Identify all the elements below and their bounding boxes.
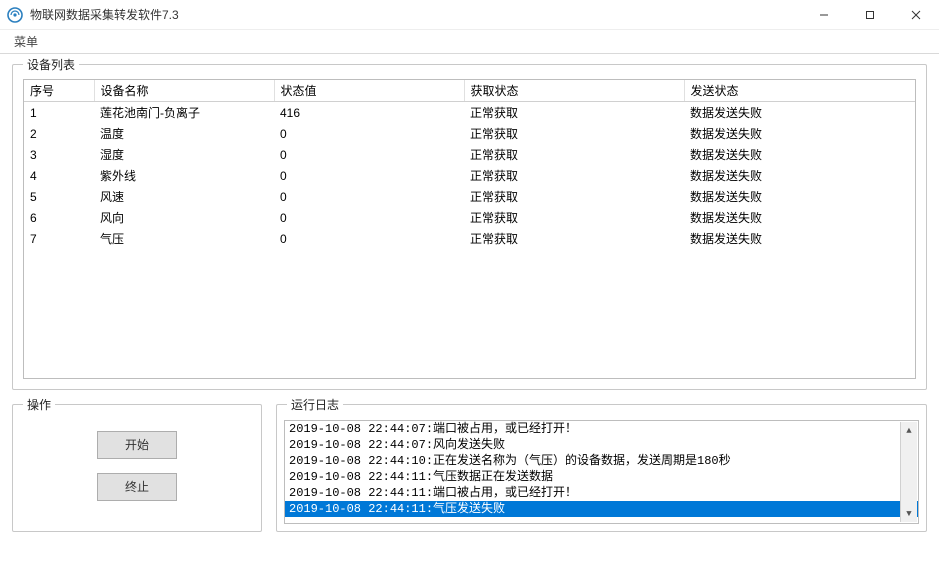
device-list-legend: 设备列表 xyxy=(23,56,79,73)
log-wrap: 2019-10-08 22:44:07:端口被占用，或已经打开！2019-10-… xyxy=(283,419,920,525)
stop-button[interactable]: 终止 xyxy=(97,473,177,501)
cell-idx: 3 xyxy=(24,144,94,165)
log-group: 运行日志 2019-10-08 22:44:07:端口被占用，或已经打开！201… xyxy=(276,404,927,532)
cell-send: 数据发送失败 xyxy=(684,144,915,165)
cell-name: 莲花池南门-负离子 xyxy=(94,102,274,124)
log-line[interactable]: 2019-10-08 22:44:07:端口被占用，或已经打开！ xyxy=(285,421,918,437)
cell-send: 数据发送失败 xyxy=(684,102,915,124)
cell-send: 数据发送失败 xyxy=(684,186,915,207)
log-line[interactable]: 2019-10-08 22:44:11:端口被占用，或已经打开！ xyxy=(285,485,918,501)
cell-idx: 5 xyxy=(24,186,94,207)
col-header-name[interactable]: 设备名称 xyxy=(94,80,274,102)
log-listbox[interactable]: 2019-10-08 22:44:07:端口被占用，或已经打开！2019-10-… xyxy=(284,420,919,524)
table-row[interactable]: 2温度0正常获取数据发送失败 xyxy=(24,123,915,144)
cell-send: 数据发送失败 xyxy=(684,228,915,249)
cell-name: 气压 xyxy=(94,228,274,249)
table-row[interactable]: 7气压0正常获取数据发送失败 xyxy=(24,228,915,249)
table-row[interactable]: 6风向0正常获取数据发送失败 xyxy=(24,207,915,228)
col-header-index[interactable]: 序号 xyxy=(24,80,94,102)
maximize-button[interactable] xyxy=(847,0,893,30)
log-group-wrap: 运行日志 2019-10-08 22:44:07:端口被占用，或已经打开！201… xyxy=(276,404,927,546)
lower-panels: 操作 开始 终止 运行日志 2019-10-08 22:44:07:端口被占用，… xyxy=(12,404,927,546)
cell-value: 0 xyxy=(274,207,464,228)
log-scrollbar[interactable]: ▲ ▼ xyxy=(900,422,917,522)
cell-get: 正常获取 xyxy=(464,144,684,165)
close-button[interactable] xyxy=(893,0,939,30)
log-legend: 运行日志 xyxy=(287,396,343,413)
menu-item-main[interactable]: 菜单 xyxy=(6,31,46,52)
cell-get: 正常获取 xyxy=(464,102,684,124)
device-table[interactable]: 序号 设备名称 状态值 获取状态 发送状态 1莲花池南门-负离子416正常获取数… xyxy=(24,80,915,249)
cell-idx: 1 xyxy=(24,102,94,124)
ops-button-column: 开始 终止 xyxy=(23,419,251,501)
content-area: 设备列表 序号 设备名称 状态值 获取状态 发送状态 1莲花池南门-负离子416… xyxy=(0,54,939,554)
cell-value: 0 xyxy=(274,228,464,249)
cell-idx: 2 xyxy=(24,123,94,144)
cell-send: 数据发送失败 xyxy=(684,207,915,228)
cell-get: 正常获取 xyxy=(464,123,684,144)
cell-idx: 7 xyxy=(24,228,94,249)
window-title: 物联网数据采集转发软件7.3 xyxy=(30,6,801,23)
menu-bar: 菜单 xyxy=(0,30,939,54)
table-row[interactable]: 5风速0正常获取数据发送失败 xyxy=(24,186,915,207)
titlebar: 物联网数据采集转发软件7.3 xyxy=(0,0,939,30)
ops-legend: 操作 xyxy=(23,396,55,413)
cell-name: 风向 xyxy=(94,207,274,228)
cell-value: 0 xyxy=(274,123,464,144)
table-row[interactable]: 3湿度0正常获取数据发送失败 xyxy=(24,144,915,165)
ops-group: 操作 开始 终止 xyxy=(12,404,262,532)
table-row[interactable]: 4紫外线0正常获取数据发送失败 xyxy=(24,165,915,186)
device-list-group: 设备列表 序号 设备名称 状态值 获取状态 发送状态 1莲花池南门-负离子416… xyxy=(12,64,927,390)
minimize-button[interactable] xyxy=(801,0,847,30)
table-row[interactable]: 1莲花池南门-负离子416正常获取数据发送失败 xyxy=(24,102,915,124)
cell-get: 正常获取 xyxy=(464,207,684,228)
cell-send: 数据发送失败 xyxy=(684,165,915,186)
col-header-value[interactable]: 状态值 xyxy=(274,80,464,102)
cell-value: 416 xyxy=(274,102,464,124)
cell-value: 0 xyxy=(274,165,464,186)
cell-get: 正常获取 xyxy=(464,228,684,249)
cell-value: 0 xyxy=(274,186,464,207)
cell-get: 正常获取 xyxy=(464,186,684,207)
scroll-down-icon[interactable]: ▼ xyxy=(901,505,917,522)
ops-group-wrap: 操作 开始 终止 xyxy=(12,404,262,546)
app-icon xyxy=(6,6,24,24)
cell-idx: 6 xyxy=(24,207,94,228)
col-header-send-status[interactable]: 发送状态 xyxy=(684,80,915,102)
log-line[interactable]: 2019-10-08 22:44:10:正在发送名称为（气压）的设备数据，发送周… xyxy=(285,453,918,469)
cell-get: 正常获取 xyxy=(464,165,684,186)
cell-name: 温度 xyxy=(94,123,274,144)
device-table-wrap: 序号 设备名称 状态值 获取状态 发送状态 1莲花池南门-负离子416正常获取数… xyxy=(23,79,916,379)
cell-name: 风速 xyxy=(94,186,274,207)
log-line[interactable]: 2019-10-08 22:44:07:风向发送失败 xyxy=(285,437,918,453)
col-header-get-status[interactable]: 获取状态 xyxy=(464,80,684,102)
start-button[interactable]: 开始 xyxy=(97,431,177,459)
cell-name: 紫外线 xyxy=(94,165,274,186)
log-line[interactable]: 2019-10-08 22:44:11:气压数据正在发送数据 xyxy=(285,469,918,485)
cell-send: 数据发送失败 xyxy=(684,123,915,144)
log-line[interactable]: 2019-10-08 22:44:11:气压发送失败 xyxy=(285,501,918,517)
cell-name: 湿度 xyxy=(94,144,274,165)
scroll-up-icon[interactable]: ▲ xyxy=(901,422,917,439)
cell-value: 0 xyxy=(274,144,464,165)
cell-idx: 4 xyxy=(24,165,94,186)
